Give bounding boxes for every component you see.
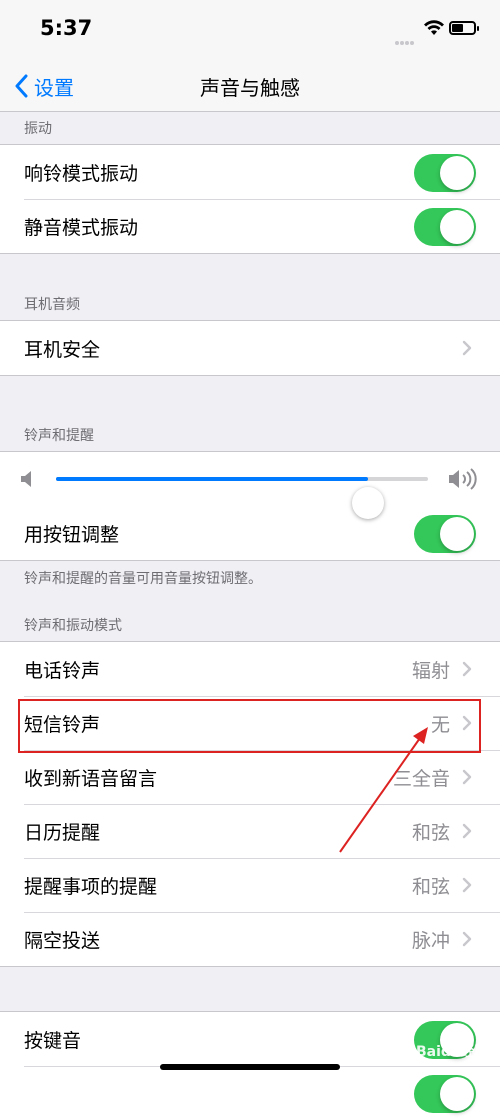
silent-vibrate-label: 静音模式振动 [24,216,139,239]
silent-vibrate-toggle[interactable] [414,208,476,246]
change-with-buttons-toggle[interactable] [414,515,476,553]
sound-value: 和弦 [411,821,450,844]
watermark: Baidu经验 [386,1033,490,1069]
watermark-text: Baidu经验 [416,1044,489,1060]
status-bar: 5:37 [0,0,500,62]
ring-vibrate-row: 响铃模式振动 [0,145,500,199]
sound-label: 短信铃声 [24,713,101,736]
ringer-volume-row [0,452,500,519]
lock-sound-row [0,1066,500,1120]
sound-row-calendar[interactable]: 日历提醒 和弦 [0,804,500,858]
paw-logo-icon [389,1041,409,1060]
headphone-safety-row[interactable]: 耳机安全 [0,321,500,375]
chevron-right-icon [462,877,472,893]
sound-value: 和弦 [411,875,450,898]
sound-row-ringtone[interactable]: 电话铃声 辐射 [0,642,500,696]
sound-label: 电话铃声 [24,659,101,682]
cellular-signal-icon [395,30,421,45]
volume-fill [56,477,369,481]
lock-sound-toggle[interactable] [414,1075,476,1113]
headphone-safety-label: 耳机安全 [24,338,101,361]
sound-label: 日历提醒 [24,821,101,844]
sound-row-reminders[interactable]: 提醒事项的提醒 和弦 [0,858,500,912]
home-indicator [160,1064,340,1070]
sound-row-text-tone[interactable]: 短信铃声 无 [0,696,500,750]
change-with-buttons-row: 用按钮调整 [0,506,500,560]
section-header-sounds: 铃声和振动模式 [24,618,122,634]
wifi-icon [424,20,444,35]
ringer-group: 用按钮调整 [0,451,500,561]
sound-label: 收到新语音留言 [24,767,158,790]
silent-vibrate-row: 静音模式振动 [0,199,500,253]
speaker-high-icon [449,468,477,490]
chevron-right-icon [462,931,472,947]
section-header-vibration: 振动 [24,121,52,137]
chevron-right-icon [462,715,472,731]
keyboard-clicks-label: 按键音 [24,1029,82,1052]
sound-row-airdrop[interactable]: 隔空投送 脉冲 [0,912,500,966]
chevron-right-icon [462,823,472,839]
battery-icon [449,21,479,35]
sounds-group: 电话铃声 辐射 短信铃声 无 收到新语音留言 三全音 日历提醒 和弦 提醒事项的… [0,641,500,967]
ring-vibrate-label: 响铃模式振动 [24,162,139,185]
sound-value: 无 [430,713,450,736]
headphone-group: 耳机安全 [0,320,500,376]
sound-row-voicemail[interactable]: 收到新语音留言 三全音 [0,750,500,804]
status-time: 5:37 [40,16,93,40]
vibration-group: 响铃模式振动 静音模式振动 [0,144,500,254]
sound-value: 辐射 [411,659,450,682]
page-title: 声音与触感 [200,76,300,100]
sound-label: 提醒事项的提醒 [24,875,158,898]
change-with-buttons-label: 用按钮调整 [24,523,120,546]
nav-bar: 设置 声音与触感 [0,62,500,112]
sound-label: 隔空投送 [24,929,101,952]
section-header-ringer: 铃声和提醒 [24,428,94,444]
chevron-right-icon [462,661,472,677]
chevron-right-icon [462,340,472,356]
speaker-low-icon [21,471,31,487]
volume-track[interactable] [56,477,428,519]
chevron-right-icon [462,769,472,785]
sound-value: 脉冲 [411,929,450,952]
sound-value: 三全音 [392,767,450,790]
ring-vibrate-toggle[interactable] [414,154,476,192]
section-header-headphone: 耳机音频 [24,297,80,313]
ringer-footer-note: 铃声和提醒的音量可用音量按钮调整。 [24,571,262,587]
